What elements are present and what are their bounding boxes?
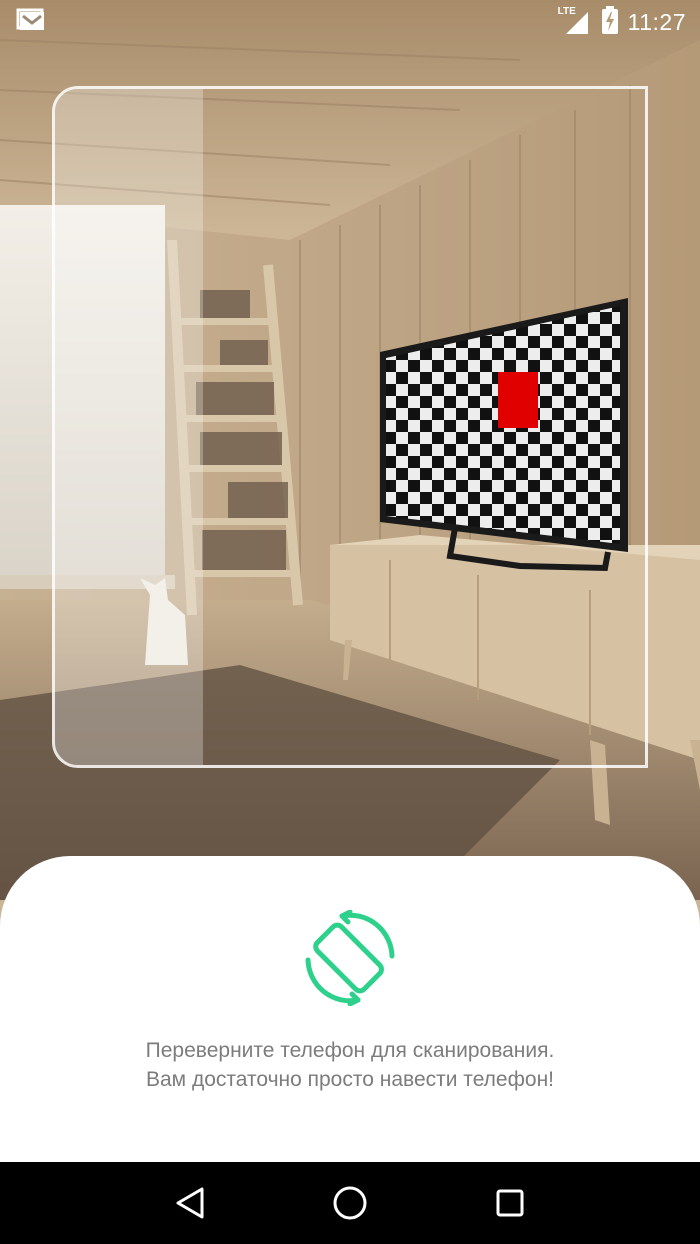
battery-charging-icon <box>601 5 618 39</box>
home-circle-icon[interactable] <box>325 1178 375 1228</box>
recents-square-icon[interactable] <box>485 1178 535 1228</box>
hint-line-1: Переверните телефон для сканирования. <box>145 1039 555 1062</box>
scan-frame-shade <box>55 89 203 765</box>
navigation-bar <box>0 1162 700 1244</box>
hint-line-2: Вам достаточно просто навести телефон! <box>145 1068 554 1091</box>
status-bar: LTE 11:27 <box>0 0 700 44</box>
status-clock: 11:27 <box>627 8 686 35</box>
hint-sheet: Переверните телефон для сканирования. Ва… <box>0 856 700 1162</box>
back-triangle-icon[interactable] <box>165 1178 215 1228</box>
lte-signal-icon: LTE <box>558 6 592 36</box>
gmail-icon <box>16 8 46 37</box>
scan-hint-text: Переверните телефон для сканирования. Ва… <box>0 1036 700 1094</box>
scan-frame <box>52 86 648 768</box>
screen-rotation-icon <box>302 909 398 1007</box>
